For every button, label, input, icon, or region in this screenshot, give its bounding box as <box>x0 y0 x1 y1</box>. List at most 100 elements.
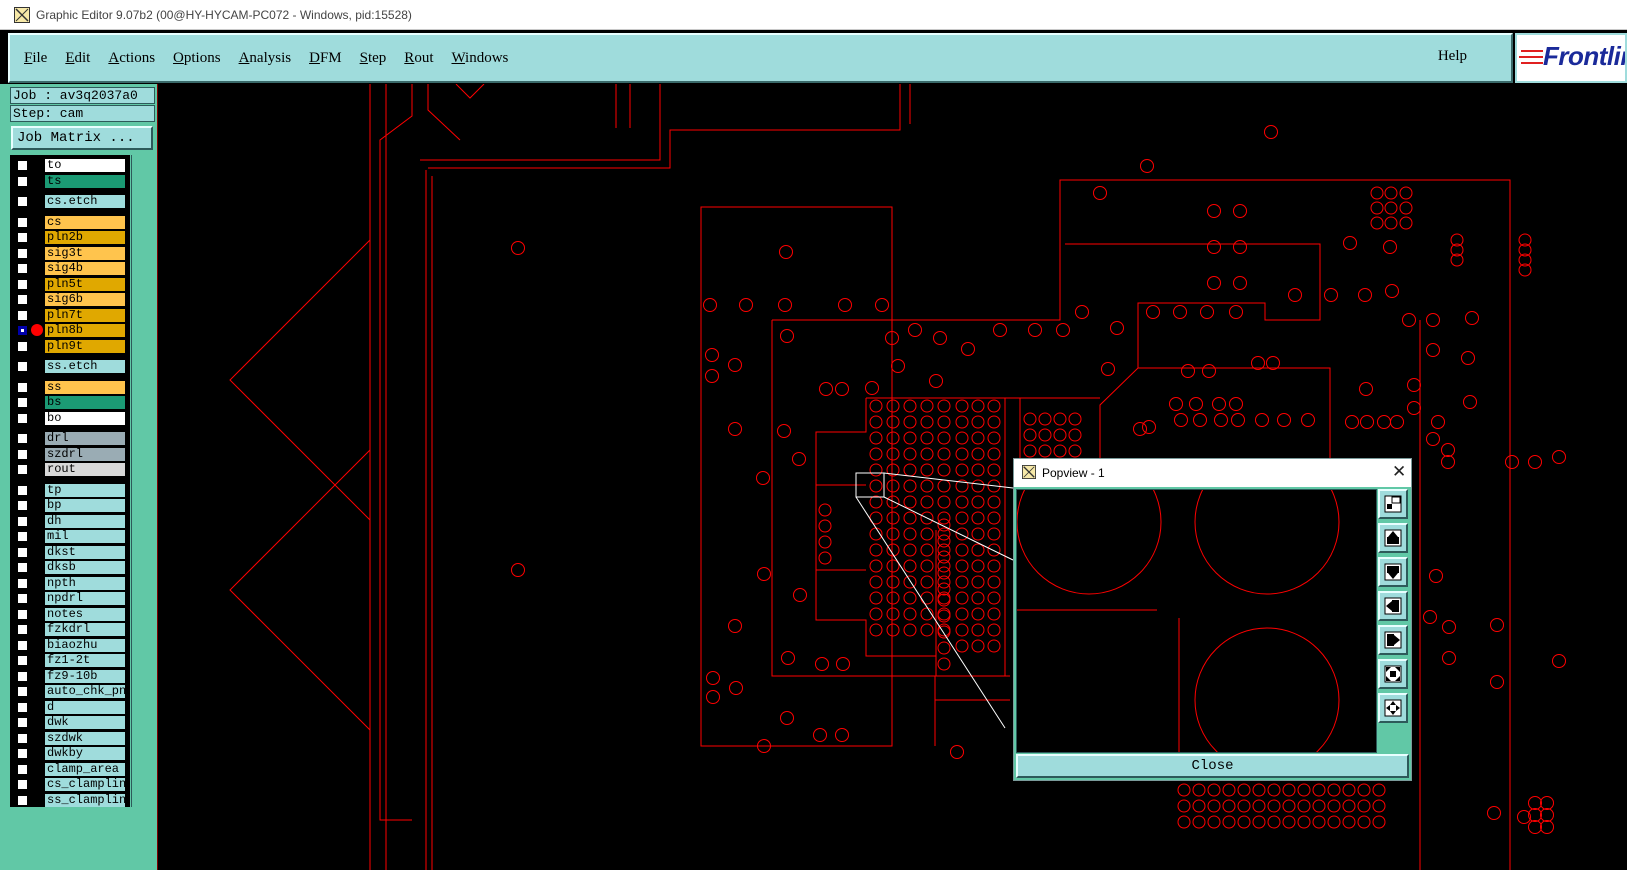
popview-close-button[interactable]: Close <box>1016 754 1409 778</box>
layer-checkbox[interactable] <box>17 515 28 527</box>
layer-checkbox[interactable] <box>17 779 28 790</box>
layer-name[interactable]: mil <box>45 530 125 543</box>
layer-name[interactable]: npth <box>45 576 125 590</box>
layer-row[interactable]: d <box>10 700 130 715</box>
menu-item[interactable]: Analysis <box>239 50 292 67</box>
popview-pan-right-button[interactable] <box>1378 625 1408 655</box>
layer-name[interactable]: dkst <box>45 545 125 559</box>
layer-checkbox[interactable] <box>17 624 28 635</box>
layer-name[interactable]: npdrl <box>45 592 125 605</box>
layer-name[interactable]: fzkdrl <box>45 623 125 636</box>
layer-row[interactable]: ts <box>10 174 130 189</box>
layer-checkbox[interactable] <box>17 160 28 171</box>
layer-row[interactable]: fzkdrl <box>10 622 130 637</box>
layer-name[interactable]: cs.etch <box>45 195 125 208</box>
layer-checkbox[interactable] <box>17 340 28 352</box>
layer-checkbox[interactable] <box>17 686 28 697</box>
popview-pan-down-button[interactable] <box>1378 557 1408 587</box>
layer-row[interactable]: ss.etch <box>10 359 130 374</box>
menu-item[interactable]: Step <box>360 50 387 67</box>
layer-name[interactable]: tp <box>45 483 125 497</box>
layer-checkbox[interactable] <box>17 562 28 573</box>
layer-name[interactable]: ss_clampline <box>45 793 125 807</box>
close-icon[interactable]: ✕ <box>1392 462 1406 482</box>
layer-checkbox[interactable] <box>17 325 28 336</box>
layer-checkbox[interactable] <box>17 232 28 243</box>
layer-checkbox[interactable] <box>17 216 28 228</box>
layer-checkbox[interactable] <box>17 577 28 589</box>
layer-checkbox[interactable] <box>17 412 28 424</box>
layer-name[interactable]: cs_clampline <box>45 778 125 791</box>
layer-name[interactable]: drl <box>45 432 125 445</box>
layer-row[interactable]: biaozhu <box>10 638 130 653</box>
layer-checkbox[interactable] <box>17 397 28 408</box>
layer-checkbox[interactable] <box>17 263 28 274</box>
menu-item[interactable]: File <box>24 50 47 67</box>
layer-name[interactable]: szdwk <box>45 731 125 745</box>
layer-checkbox[interactable] <box>17 500 28 511</box>
layer-name[interactable]: sig6b <box>45 293 125 306</box>
layer-name[interactable]: rout <box>45 463 125 476</box>
layer-name[interactable]: pln9t <box>45 339 125 353</box>
popview-titlebar[interactable]: Popview - 1 ✕ <box>1014 459 1411 487</box>
layer-name[interactable]: notes <box>45 607 125 621</box>
layer-name[interactable]: pln2b <box>45 231 125 244</box>
layer-checkbox[interactable] <box>17 175 28 187</box>
layer-row[interactable]: auto_chk_pnl <box>10 684 130 699</box>
layer-row[interactable]: drl <box>10 431 130 446</box>
layer-name[interactable]: fz9-10b <box>45 669 125 683</box>
layer-name[interactable]: to <box>45 159 125 172</box>
layer-checkbox[interactable] <box>17 361 28 372</box>
layer-row[interactable]: fz1-2t <box>10 653 130 668</box>
layer-checkbox[interactable] <box>17 794 28 806</box>
layer-name[interactable]: auto_chk_pnl <box>45 685 125 698</box>
layer-row[interactable]: ss_clampline <box>10 793 130 808</box>
popview-pan-up-button[interactable] <box>1378 523 1408 553</box>
layer-row[interactable]: sig4b <box>10 261 130 276</box>
layer-checkbox[interactable] <box>17 608 28 620</box>
layer-checkbox[interactable] <box>17 309 28 321</box>
layer-name[interactable]: ss <box>45 380 125 394</box>
menu-item[interactable]: DFM <box>309 50 342 67</box>
layer-checkbox[interactable] <box>17 247 28 259</box>
layer-name[interactable]: clamp_area <box>45 762 125 776</box>
layer-row[interactable]: clamp_area <box>10 762 130 777</box>
layer-row[interactable]: bs <box>10 395 130 410</box>
layer-checkbox[interactable] <box>17 381 28 393</box>
layer-row[interactable]: notes <box>10 607 130 622</box>
layer-checkbox[interactable] <box>17 639 28 651</box>
layer-name[interactable]: dwk <box>45 716 125 729</box>
popview-fit-button[interactable] <box>1378 489 1408 519</box>
layer-name[interactable]: dh <box>45 514 125 528</box>
popview-pan-left-button[interactable] <box>1378 591 1408 621</box>
layer-row[interactable]: tp <box>10 483 130 498</box>
layer-checkbox[interactable] <box>17 196 28 207</box>
layer-row[interactable]: sig6b <box>10 292 130 307</box>
popview-zoom-in-button[interactable] <box>1378 659 1408 689</box>
layer-row[interactable]: bo <box>10 411 130 426</box>
layer-name[interactable]: bp <box>45 499 125 512</box>
layer-checkbox[interactable] <box>17 748 28 759</box>
layer-row[interactable]: rout <box>10 462 130 477</box>
layer-row[interactable]: to <box>10 158 130 173</box>
layer-name[interactable]: pln7t <box>45 308 125 322</box>
layer-name[interactable]: fz1-2t <box>45 654 125 667</box>
popview-zoom-out-button[interactable] <box>1378 693 1408 723</box>
layer-name[interactable]: ts <box>45 174 125 188</box>
layer-row[interactable]: pln9t <box>10 339 130 354</box>
layer-name[interactable]: d <box>45 700 125 714</box>
layer-row[interactable]: npth <box>10 576 130 591</box>
layer-name[interactable]: bs <box>45 396 125 409</box>
layer-row[interactable]: dwk <box>10 715 130 730</box>
popview-viewport[interactable] <box>1016 449 1377 773</box>
layer-row[interactable]: pln2b <box>10 230 130 245</box>
layer-row[interactable]: dwkby <box>10 746 130 761</box>
job-matrix-button[interactable]: Job Matrix ... <box>11 126 153 150</box>
layer-name[interactable]: sig4b <box>45 262 125 275</box>
layer-checkbox[interactable] <box>17 433 28 444</box>
layer-row[interactable]: pln5t <box>10 277 130 292</box>
layer-name[interactable]: biaozhu <box>45 638 125 652</box>
layer-checkbox[interactable] <box>17 464 28 475</box>
menu-item[interactable]: Windows <box>451 50 508 67</box>
layer-row[interactable]: szdwk <box>10 731 130 746</box>
